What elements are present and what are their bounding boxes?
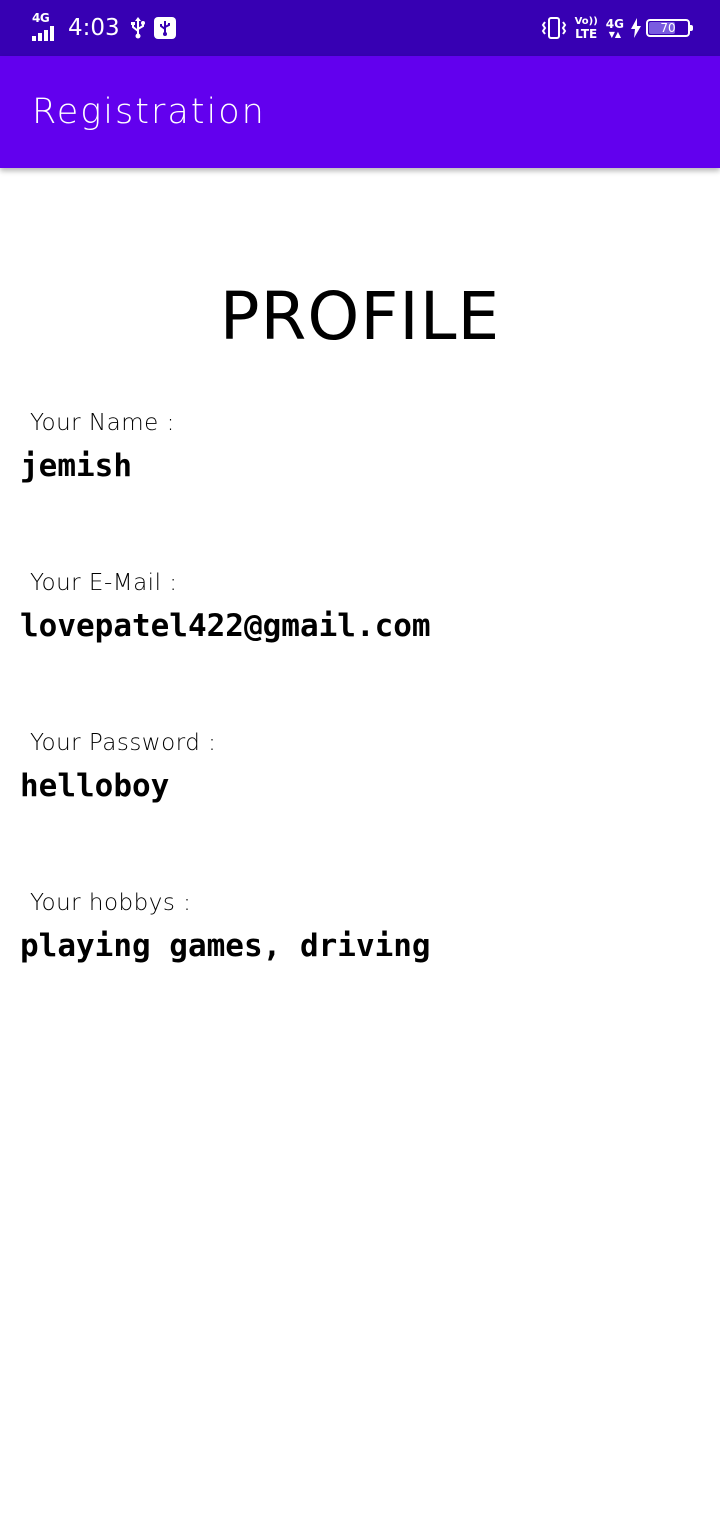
hobbies-value: playing games, driving: [20, 928, 431, 964]
volte-top-label: Vo)): [574, 15, 598, 27]
name-label: Your Name :: [30, 410, 175, 436]
app-bar: Registration: [0, 56, 720, 168]
vibrate-icon: [541, 16, 567, 40]
status-bar-right: Vo)) LTE 4G ▼▲ 70: [541, 0, 693, 56]
email-value: lovepatel422@gmail.com: [20, 608, 431, 644]
app-title: Registration: [32, 92, 266, 132]
usb-icon: [130, 17, 146, 39]
network-type-label: 4G: [32, 11, 50, 25]
battery-icon: 70: [646, 19, 693, 37]
status-bar-left: 4G 4:03: [30, 0, 184, 56]
data-network-icon: 4G ▼▲: [606, 18, 624, 39]
password-label: Your Password :: [30, 730, 217, 756]
battery-nub: [690, 25, 693, 31]
volte-bottom-label: LTE: [575, 26, 598, 41]
signal-bars: [32, 26, 56, 41]
email-label: Your E-Mail :: [30, 570, 178, 596]
charging-icon: [630, 18, 642, 38]
volte-icon: Vo)) LTE: [574, 15, 598, 41]
usb-debug-icon: [153, 17, 176, 39]
hobbies-label: Your hobbys :: [30, 890, 192, 916]
status-bar: 4G 4:03 Vo)) LTE 4G ▼▲ 70: [0, 0, 720, 56]
status-time: 4:03: [68, 15, 120, 41]
password-value: helloboy: [20, 768, 170, 804]
signal-icon: 4G: [30, 11, 62, 43]
data-network-label: 4G: [605, 16, 624, 31]
profile-heading: PROFILE: [219, 278, 501, 355]
battery-level: 70: [660, 21, 676, 35]
data-arrows-icon: ▼▲: [608, 29, 622, 39]
name-value: jemish: [20, 448, 132, 484]
